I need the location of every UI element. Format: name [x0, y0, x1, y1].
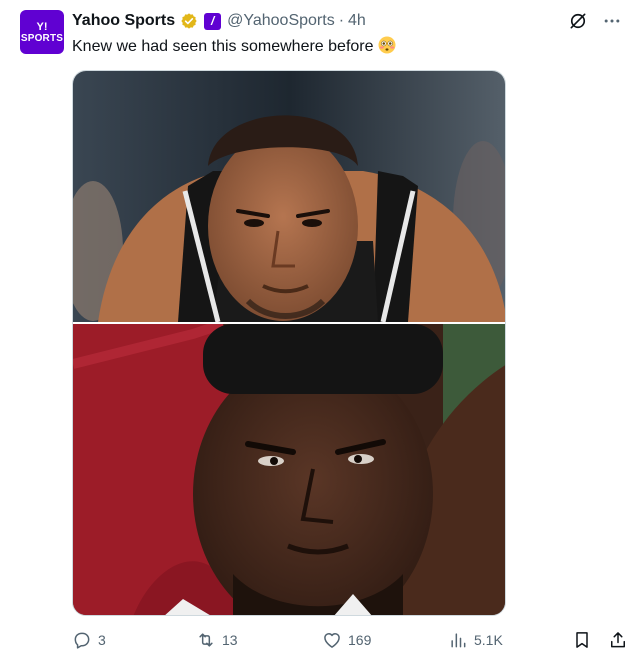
photo-top[interactable] [73, 71, 505, 322]
like-count: 169 [348, 632, 372, 648]
avatar[interactable]: Y! SPORTS [20, 10, 64, 54]
timestamp[interactable]: 4h [348, 12, 366, 30]
bookmark-button[interactable] [572, 628, 592, 652]
verified-badge-icon[interactable] [180, 12, 198, 30]
retweet-count: 13 [222, 632, 238, 648]
separator-dot: · [338, 12, 345, 29]
media-grid[interactable] [72, 70, 506, 616]
reply-count: 3 [98, 632, 106, 648]
reply-button[interactable]: 3 [72, 628, 106, 652]
photo-bottom[interactable] [73, 324, 505, 615]
view-count: 5.1K [474, 632, 503, 648]
yahoo-logo-icon: Y! [36, 20, 48, 33]
retweet-icon [199, 633, 213, 647]
share-icon [611, 632, 625, 648]
retweet-button[interactable]: 13 [196, 628, 238, 652]
avatar-text: SPORTS [20, 32, 64, 44]
reply-icon [74, 632, 90, 649]
affiliate-badge-icon[interactable]: / [204, 12, 222, 30]
tweet[interactable]: Y! SPORTS Yahoo Sports / @YahooSports · … [0, 0, 640, 665]
bookmark-icon [576, 632, 588, 648]
tweet-text-body: Knew we had seen this somewhere before [72, 38, 374, 55]
more-options-icon[interactable] [602, 11, 622, 31]
handle[interactable]: @YahooSports [227, 12, 335, 30]
tweet-header: Yahoo Sports / @YahooSports · 4h [72, 10, 366, 32]
basketball-player-photo-2 [73, 324, 505, 615]
views-button[interactable]: 5.1K [448, 628, 503, 652]
tweet-text: Knew we had seen this somewhere before [72, 36, 396, 58]
like-button[interactable]: 169 [322, 628, 371, 652]
action-bar: 3 13 169 5.1K [72, 628, 632, 652]
top-actions [568, 10, 622, 32]
flushed-face-icon [378, 36, 396, 54]
share-button[interactable] [608, 628, 628, 652]
analytics-icon [451, 633, 466, 648]
heart-icon [324, 633, 340, 648]
grok-icon[interactable] [568, 11, 588, 31]
basketball-player-photo-1 [73, 71, 505, 322]
display-name[interactable]: Yahoo Sports [72, 12, 175, 30]
